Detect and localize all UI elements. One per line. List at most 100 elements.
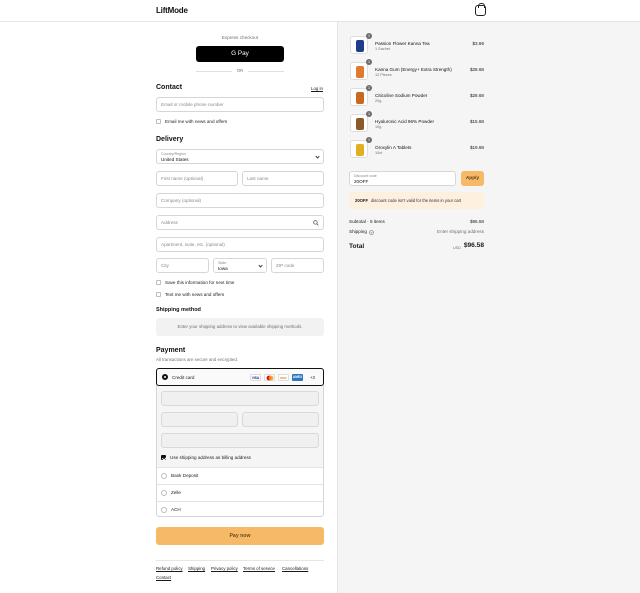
login-link[interactable]: Log in — [311, 86, 323, 91]
product-variant: 12 Pieces — [375, 73, 392, 77]
product-price: $19.68 — [469, 145, 484, 150]
product-price: $28.68 — [469, 67, 484, 72]
shipping-label: Shipping — [349, 229, 367, 234]
text-me-label: Text me with news and offers — [165, 292, 225, 297]
product-price: $28.68 — [469, 93, 484, 98]
card-form: Use shipping address as billing address — [157, 386, 323, 467]
product-variant: 10g — [375, 125, 382, 129]
search-icon — [313, 220, 319, 226]
company-placeholder: Company (optional) — [161, 198, 202, 203]
product-name: Oroxylin A Tablets — [375, 145, 412, 150]
bank-deposit-option[interactable]: Bank Deposit — [157, 467, 323, 484]
shipping-link[interactable]: Shipping — [188, 566, 205, 571]
shopping-bag-icon[interactable] — [475, 3, 486, 16]
product-thumbnail — [350, 88, 368, 106]
product-thumbnail — [350, 36, 368, 54]
product-name: Kanna Gum (Energy+ Extra Strength) — [375, 67, 452, 72]
ach-option[interactable]: ACH — [157, 501, 323, 517]
delivery-title: Delivery — [156, 136, 184, 143]
chevron-down-icon — [315, 154, 320, 159]
express-checkout-title: Express checkout — [221, 35, 259, 40]
pay-now-button[interactable]: Pay now — [156, 527, 324, 545]
email-field[interactable]: Email or mobile phone number — [156, 97, 324, 112]
shipping-method-message: Enter your shipping address to view avai… — [177, 324, 303, 329]
bank-deposit-radio[interactable] — [161, 473, 167, 479]
shipping-value: Enter shipping address — [437, 229, 484, 234]
product-name: Hyaluronic Acid 96% Powder — [375, 119, 434, 124]
product-image — [356, 66, 364, 78]
city-field[interactable]: City — [156, 258, 209, 273]
cancellations-link[interactable]: Cancellations — [282, 566, 308, 571]
amex-icon: AMEX — [292, 374, 303, 381]
quantity-badge: 1 — [366, 33, 372, 39]
discount-error-banner: 20OFF discount code isn't valid for the … — [349, 192, 484, 209]
chevron-down-icon — [258, 263, 263, 268]
card-number-field[interactable] — [161, 391, 319, 406]
address-field[interactable]: Address — [156, 215, 324, 230]
quantity-badge: 1 — [366, 111, 372, 117]
top-header: LiftMode — [0, 0, 640, 22]
product-variant: 20g — [375, 99, 382, 103]
zelle-radio[interactable] — [161, 490, 167, 496]
email-news-checkbox[interactable] — [156, 119, 161, 124]
billing-same-checkbox[interactable] — [161, 455, 166, 460]
company-field[interactable]: Company (optional) — [156, 193, 324, 208]
apply-button[interactable]: Apply — [461, 171, 484, 186]
country-select[interactable]: Country/Region United States — [156, 149, 324, 164]
footer-divider — [156, 560, 324, 561]
product-image — [356, 118, 364, 130]
apartment-field[interactable]: Apartment, suite, etc. (optional) — [156, 237, 324, 252]
discount-error-text: discount code isn't valid for the items … — [371, 198, 462, 203]
first-name-field[interactable]: First name (optional) — [156, 171, 238, 186]
shipping-method-box: Enter your shipping address to view avai… — [156, 318, 324, 336]
product-image — [356, 92, 364, 104]
divider-left — [196, 71, 232, 72]
total-value: $96.58 — [463, 242, 484, 249]
country-label: Country/Region — [161, 152, 186, 156]
payment-title: Payment — [156, 347, 186, 354]
billing-same-label: Use shipping address as billing address — [170, 455, 251, 460]
contact-link[interactable]: Contact — [156, 575, 171, 580]
save-info-checkbox[interactable] — [156, 280, 161, 285]
zelle-option[interactable]: Zelle — [157, 484, 323, 501]
product-price: $15.68 — [469, 119, 484, 124]
credit-card-radio[interactable] — [162, 374, 168, 380]
discount-field[interactable]: Discount code 20OFF — [349, 171, 456, 186]
city-placeholder: City — [161, 263, 169, 268]
card-name-field[interactable] — [161, 433, 319, 448]
zip-field[interactable]: ZIP code — [271, 258, 324, 273]
google-pay-button[interactable]: G Pay — [196, 46, 284, 62]
quantity-badge: 1 — [366, 59, 372, 65]
credit-card-option[interactable]: Credit card VISA DISC AMEX +3 — [156, 368, 324, 386]
last-name-field[interactable]: Last name — [242, 171, 324, 186]
product-image — [356, 40, 364, 52]
discount-label: Discount code — [354, 174, 377, 178]
product-price: $3.86 — [472, 41, 485, 46]
card-cvv-field[interactable] — [242, 412, 319, 427]
logo[interactable]: LiftMode — [156, 6, 188, 15]
discount-error-code: 20OFF — [355, 198, 369, 203]
quantity-badge: 1 — [366, 85, 372, 91]
privacy-policy-link[interactable]: Privacy policy — [211, 566, 238, 571]
payment-subtitle: All transactions are secure and encrypte… — [156, 357, 239, 362]
contact-title: Contact — [156, 84, 183, 91]
ach-radio[interactable] — [161, 507, 167, 513]
or-divider: OR — [236, 68, 244, 73]
refund-policy-link[interactable]: Refund policy — [156, 566, 183, 571]
total-label: Total — [349, 243, 365, 250]
subtotal-label: Subtotal · 5 items — [349, 219, 385, 224]
state-select[interactable]: State Iowa — [213, 258, 267, 273]
address-placeholder: Address — [161, 220, 178, 225]
bank-deposit-label: Bank Deposit — [171, 473, 199, 478]
info-icon[interactable]: ? — [369, 230, 374, 235]
zelle-label: Zelle — [171, 490, 181, 495]
more-cards-label: +3 — [310, 375, 315, 380]
divider-right — [248, 71, 284, 72]
card-expiry-field[interactable] — [161, 412, 238, 427]
google-pay-label: G Pay — [231, 50, 249, 57]
text-me-checkbox[interactable] — [156, 292, 161, 297]
terms-link[interactable]: Terms of service — [243, 566, 275, 571]
quantity-badge: 1 — [366, 137, 372, 143]
apartment-placeholder: Apartment, suite, etc. (optional) — [161, 242, 225, 247]
first-name-placeholder: First name (optional) — [161, 176, 204, 181]
